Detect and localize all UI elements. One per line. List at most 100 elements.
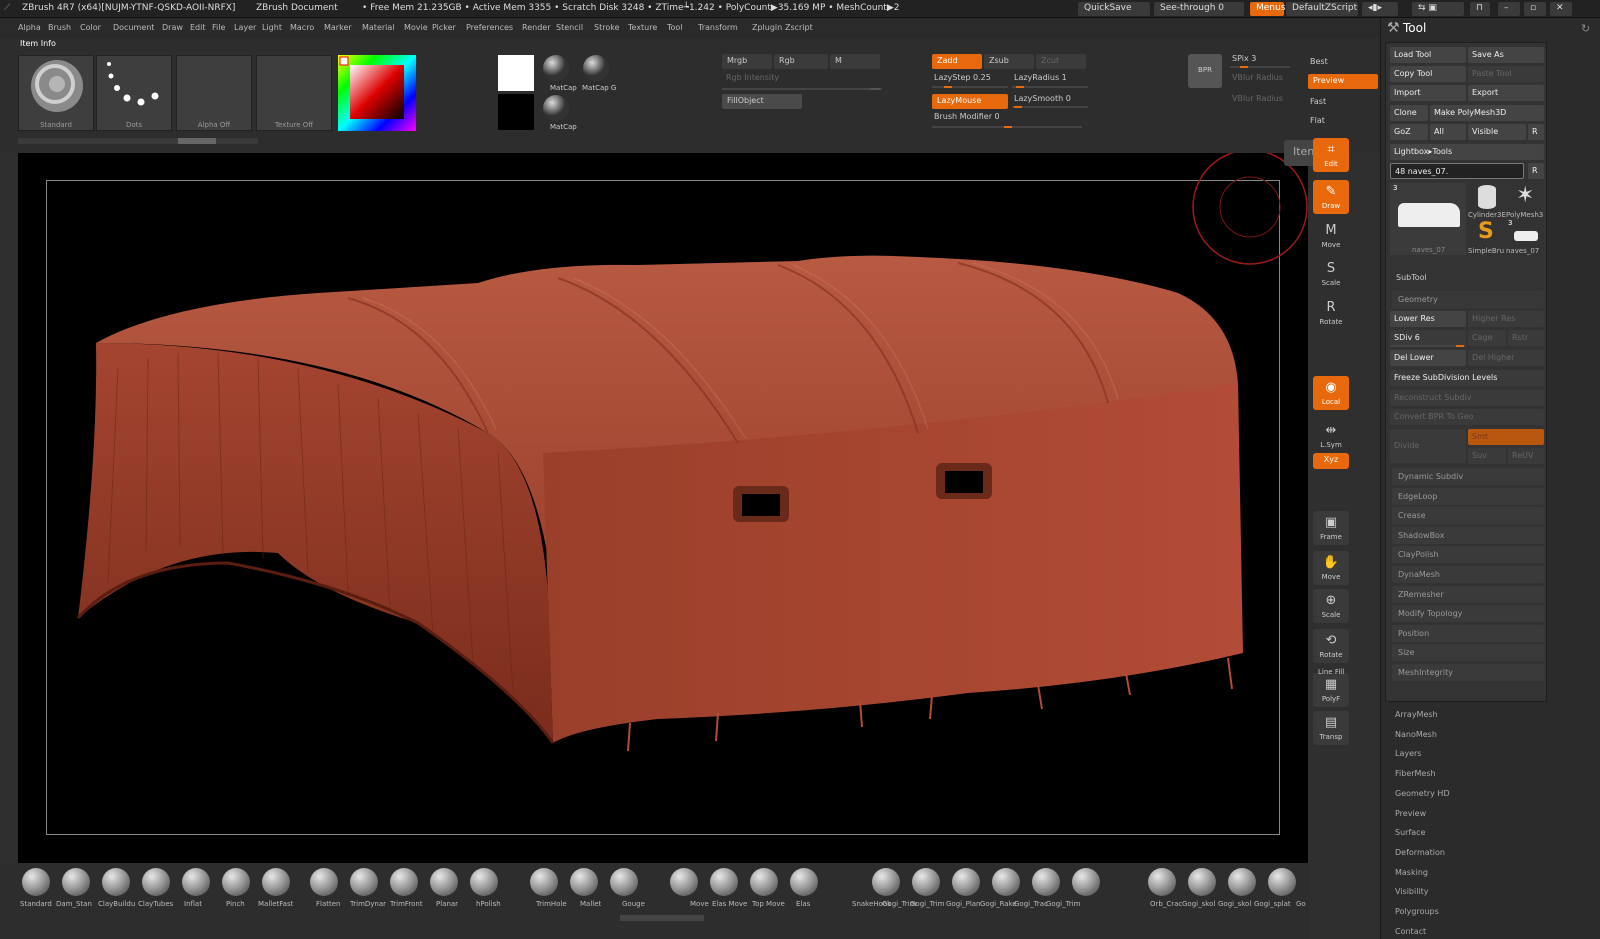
quicksave-button[interactable]: QuickSave: [1078, 2, 1150, 16]
main-color-swatch[interactable]: [498, 55, 534, 91]
brush-label[interactable]: Top Move: [752, 900, 785, 908]
tool-lsym-button[interactable]: ⇹ L.Sym: [1313, 419, 1349, 453]
brush-hpolish-icon[interactable]: [470, 868, 498, 896]
brush-label[interactable]: Gouge: [622, 900, 645, 908]
brush-label[interactable]: Gogi_skol: [1182, 900, 1215, 908]
brush-modifier-slider[interactable]: Brush Modifier 0: [934, 112, 1000, 121]
brush-label[interactable]: Elas: [796, 900, 810, 908]
rstr-button[interactable]: Rstr: [1508, 330, 1544, 346]
subtool-section[interactable]: SubTool: [1396, 273, 1427, 282]
tool-local-button[interactable]: ◉ Local: [1313, 376, 1349, 410]
rgb-button[interactable]: Rgb: [774, 54, 828, 69]
brush-label[interactable]: Gogi_Plan: [946, 900, 981, 908]
brush-mallet-icon[interactable]: [570, 868, 598, 896]
section-fibermesh[interactable]: FiberMesh: [1395, 769, 1436, 778]
brush-label[interactable]: Inflat: [184, 900, 202, 908]
lightbox-tools-button[interactable]: Lightbox▸Tools: [1390, 144, 1544, 160]
brush-shelf-scrollbar[interactable]: [620, 915, 704, 921]
brush-label[interactable]: Gogi_splat: [1254, 900, 1291, 908]
brush-label[interactable]: Move: [690, 900, 709, 908]
lazystep-slider[interactable]: LazyStep 0.25: [934, 73, 991, 82]
del-higher-button[interactable]: Del Higher: [1468, 350, 1544, 366]
preview-button[interactable]: Preview: [1308, 74, 1378, 89]
tool-draw-button[interactable]: ✎ Draw: [1313, 180, 1349, 214]
brush-gogi-trim-icon[interactable]: [1072, 868, 1100, 896]
brush-label[interactable]: Planar: [436, 900, 458, 908]
section-geometry-hd[interactable]: Geometry HD: [1395, 789, 1450, 798]
best-button[interactable]: Best: [1310, 57, 1328, 66]
stroke-swatch[interactable]: Dots: [96, 55, 172, 131]
lazyradius-slider[interactable]: LazyRadius 1: [1014, 73, 1067, 82]
menu-layer[interactable]: Layer: [234, 23, 256, 32]
brush-trimfront-icon[interactable]: [390, 868, 418, 896]
brush-swatch[interactable]: Standard: [18, 55, 94, 131]
tool-rotate-button[interactable]: ⟲ Rotate: [1313, 629, 1349, 663]
brush-standard-icon[interactable]: [22, 868, 50, 896]
minimize-icon[interactable]: –: [1498, 2, 1520, 16]
canvas-viewport[interactable]: [18, 153, 1308, 863]
higher-res-button[interactable]: Higher Res: [1468, 311, 1544, 327]
tool-rotate-button[interactable]: R Rotate: [1313, 296, 1349, 330]
tent-mesh-model[interactable]: [18, 153, 1308, 863]
brush-label[interactable]: Elas Move: [712, 900, 747, 908]
material-spheres[interactable]: [542, 54, 612, 134]
menu-zplugin[interactable]: Zplugin: [752, 23, 782, 32]
brush-trimdynar-icon[interactable]: [350, 868, 378, 896]
rgb-intensity-track[interactable]: [722, 88, 882, 90]
simplebrush-thumb[interactable]: S SimpleBru: [1468, 219, 1506, 255]
section-size[interactable]: Size: [1392, 644, 1544, 662]
lazyradius-track[interactable]: [1012, 86, 1088, 88]
section-position[interactable]: Position: [1392, 624, 1544, 642]
section-modify-topology[interactable]: Modify Topology: [1392, 605, 1544, 623]
brush-trimhole-icon[interactable]: [530, 868, 558, 896]
brush-claybuildu-icon[interactable]: [102, 868, 130, 896]
menu-zscript[interactable]: Zscript: [785, 23, 813, 32]
section-arraymesh[interactable]: ArrayMesh: [1395, 710, 1438, 719]
seethrough-slider[interactable]: See-through 0: [1154, 2, 1244, 16]
lazysmooth-track[interactable]: [1012, 106, 1088, 108]
brush-gogi-rake-icon[interactable]: [992, 868, 1020, 896]
menu-movie[interactable]: Movie: [404, 23, 428, 32]
menu-edit[interactable]: Edit: [190, 23, 206, 32]
color-picker[interactable]: [338, 55, 416, 131]
brush-gouge-icon[interactable]: [610, 868, 638, 896]
brush-gogi-splat-icon[interactable]: [1268, 868, 1296, 896]
brush-move-icon[interactable]: [670, 868, 698, 896]
section-crease[interactable]: Crease: [1392, 507, 1544, 525]
tool-edit-button[interactable]: ⌗ Edit: [1313, 138, 1349, 172]
lazymouse-button[interactable]: LazyMouse: [932, 94, 1008, 109]
r-button-2[interactable]: R: [1528, 163, 1544, 179]
reconstruct-subdiv-button[interactable]: Reconstruct Subdiv: [1390, 390, 1544, 406]
brush-label[interactable]: Dam_Stan: [56, 900, 92, 908]
brush-label[interactable]: Pinch: [226, 900, 245, 908]
brush-label[interactable]: Standard: [20, 900, 52, 908]
swap-icon[interactable]: ⇆ ▣: [1412, 2, 1464, 16]
section-masking[interactable]: Masking: [1395, 868, 1428, 877]
lazystep-track[interactable]: [932, 86, 1008, 88]
brush-label[interactable]: Mallet: [580, 900, 601, 908]
menu-alpha[interactable]: Alpha: [18, 23, 41, 32]
lock-icon[interactable]: ⊓: [1470, 2, 1490, 16]
menu-texture[interactable]: Texture: [628, 23, 657, 32]
save-as-button[interactable]: Save As: [1468, 47, 1544, 63]
brush-label[interactable]: Gogi_Trac: [1014, 900, 1048, 908]
vblur-radius-slider-1[interactable]: VBlur Radius: [1232, 73, 1283, 82]
lower-res-button[interactable]: Lower Res: [1390, 311, 1466, 327]
brush-label[interactable]: hPolish: [476, 900, 501, 908]
current-tool-field[interactable]: 48 naves_07.: [1390, 163, 1524, 179]
menu-preferences[interactable]: Preferences: [466, 23, 513, 32]
divide-button[interactable]: Divide: [1390, 429, 1466, 463]
brush-label[interactable]: ClayBuildu: [98, 900, 135, 908]
section-dynamic-subdiv[interactable]: Dynamic Subdiv: [1392, 468, 1544, 485]
section-claypolish[interactable]: ClayPolish: [1392, 546, 1544, 564]
r-button[interactable]: R: [1528, 124, 1544, 140]
tool-move-button[interactable]: M Move: [1313, 219, 1349, 253]
brush-inflat-icon[interactable]: [182, 868, 210, 896]
fast-button[interactable]: Fast: [1310, 97, 1326, 106]
flat-button[interactable]: Flat: [1310, 116, 1325, 125]
reuv-button[interactable]: ReUV: [1508, 448, 1544, 464]
section-polygroups[interactable]: Polygroups: [1395, 907, 1439, 916]
tool-polyf-button[interactable]: ▦ PolyF: [1313, 673, 1349, 707]
brush-dam-stan-icon[interactable]: [62, 868, 90, 896]
paste-tool-button[interactable]: Paste Tool: [1468, 66, 1544, 82]
